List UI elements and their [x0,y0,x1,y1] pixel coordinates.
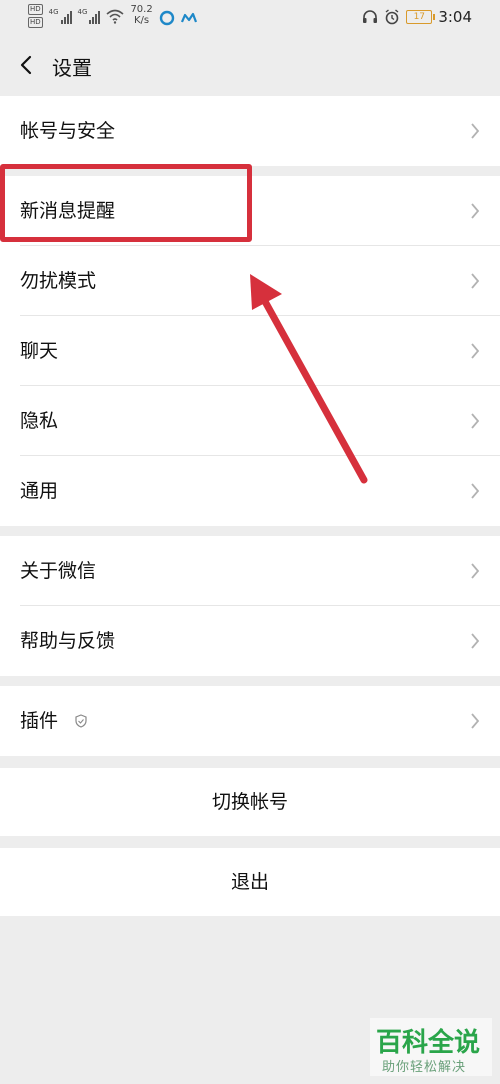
chevron-right-icon [471,203,480,219]
battery-indicator: 17 [406,10,436,24]
status-bar: HD HD 4G 4G 70.2 K/s 17 3:04 [0,0,500,36]
switch-account-label: 切换帐号 [211,791,288,813]
settings-item-label: 关于微信 [20,560,97,582]
logout-section: 退出 [0,848,500,916]
hd-badge: HD [28,4,43,15]
settings-item-label: 帐号与安全 [20,120,116,142]
chevron-right-icon [471,273,480,289]
settings-item-label: 隐私 [20,410,59,432]
switch-account-section: 切换帐号 [0,768,500,836]
settings-group-plugins: 插件 [0,686,500,756]
speed-value: 70.2 [130,4,153,15]
signal-icon: 4G [78,8,101,24]
status-time: 3:04 [438,8,472,26]
settings-item-label: 插件 [20,710,59,732]
settings-group-account: 帐号与安全 [0,96,500,166]
settings-item-label: 帮助与反馈 [20,630,116,652]
settings-item-label: 勿扰模式 [20,270,97,292]
speed-unit: K/s [134,15,150,26]
logout-button[interactable]: 退出 [0,848,500,916]
chevron-right-icon [471,343,480,359]
settings-item-label: 通用 [20,480,59,502]
alarm-icon [385,9,399,25]
highlight-box [0,164,252,242]
page-title: 设置 [52,56,92,80]
settings-item-label: 聊天 [20,340,59,362]
network-type: 4G [77,8,88,16]
watermark: 百科全说 助你轻松解决 [370,1018,492,1076]
signal-icon: 4G [49,8,72,24]
annotation-arrow-icon [250,274,368,484]
chevron-right-icon [471,483,480,499]
network-speed: 70.2 K/s [130,4,152,26]
wifi-icon [106,9,124,24]
logout-label: 退出 [230,871,269,893]
hd-indicators: HD HD [28,4,43,28]
app-notification-icon [159,10,174,26]
chevron-right-icon [471,123,480,139]
app-notification-icon [180,12,197,23]
nav-header: 设置 [0,36,500,96]
settings-item-account-security[interactable]: 帐号与安全 [0,96,500,166]
chevron-right-icon [471,413,480,429]
watermark-slogan: 助你轻松解决 [382,1060,467,1075]
status-right: 17 3:04 [362,8,472,26]
watermark-brand: 百科全说 [376,1028,481,1058]
shield-icon [75,714,87,728]
chevron-right-icon [471,633,480,649]
headset-icon [363,10,378,23]
switch-account-button[interactable]: 切换帐号 [0,768,500,836]
settings-group-about: 关于微信 帮助与反馈 [0,536,500,676]
chevron-right-icon [471,563,480,579]
back-arrow-icon[interactable] [16,54,38,76]
settings-item-about-wechat[interactable]: 关于微信 [0,536,500,606]
network-type: 4G [48,8,59,16]
settings-item-plugins[interactable]: 插件 [0,686,500,756]
hd-badge: HD [28,17,43,28]
chevron-right-icon [471,713,480,729]
settings-item-help-feedback[interactable]: 帮助与反馈 [0,606,500,676]
status-left: HD HD 4G 4G 70.2 K/s [28,4,197,28]
